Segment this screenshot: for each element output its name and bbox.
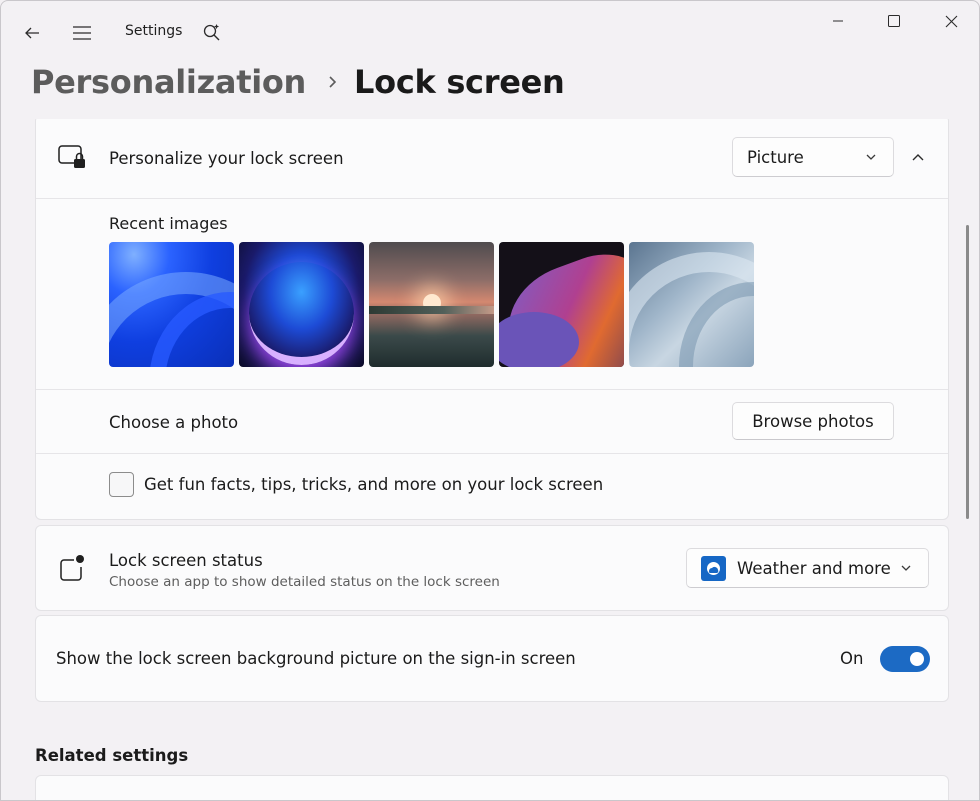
- recent-image-thumbnail[interactable]: [239, 242, 364, 367]
- recent-image-thumbnail[interactable]: [109, 242, 234, 367]
- settings-window: Settings Personalization Lock screen Per…: [0, 0, 980, 801]
- lock-screen-type-dropdown[interactable]: Picture: [732, 137, 894, 177]
- chevron-up-icon: [912, 154, 924, 161]
- settings-content: Personalize your lock screen Picture Rec…: [1, 119, 971, 800]
- toggle-knob: [910, 652, 924, 666]
- scrollbar[interactable]: [966, 225, 969, 519]
- lock-screen-status-card: Lock screen status Choose an app to show…: [35, 525, 949, 611]
- maximize-icon: [888, 15, 900, 27]
- status-subtitle: Choose an app to show detailed status on…: [109, 574, 500, 590]
- recent-images-label: Recent images: [109, 214, 228, 233]
- recent-image-thumbnail[interactable]: [499, 242, 624, 367]
- dropdown-value: Picture: [747, 147, 804, 167]
- minimize-icon: [833, 20, 843, 22]
- minimize-button[interactable]: [823, 7, 853, 35]
- status-title: Lock screen status: [109, 551, 263, 570]
- title-bar: Settings: [1, 1, 979, 63]
- menu-button[interactable]: [65, 17, 99, 49]
- search-button[interactable]: [197, 17, 227, 47]
- related-settings-card[interactable]: [35, 775, 949, 800]
- close-icon: [945, 15, 957, 27]
- page-title: Lock screen: [354, 63, 565, 101]
- breadcrumb-parent[interactable]: Personalization: [31, 63, 306, 101]
- fun-facts-checkbox[interactable]: [109, 472, 134, 497]
- search-sparkle-icon: [203, 24, 220, 41]
- recent-image-thumbnail[interactable]: [369, 242, 494, 367]
- related-settings-heading: Related settings: [35, 746, 189, 765]
- signin-background-card: Show the lock screen background picture …: [35, 615, 949, 702]
- back-arrow-icon: [25, 27, 39, 39]
- close-button[interactable]: [936, 7, 966, 35]
- hamburger-icon: [73, 26, 91, 40]
- collapse-button[interactable]: [904, 143, 932, 171]
- breadcrumb: Personalization Lock screen: [31, 59, 565, 105]
- personalize-lock-screen-card: Personalize your lock screen Picture Rec…: [35, 119, 949, 520]
- browse-photos-button[interactable]: Browse photos: [732, 402, 894, 440]
- app-title: Settings: [125, 23, 183, 39]
- weather-app-icon: [701, 556, 726, 581]
- lock-screen-icon: [58, 145, 85, 168]
- chevron-down-icon: [866, 154, 876, 160]
- maximize-button[interactable]: [879, 7, 909, 35]
- status-app-dropdown[interactable]: Weather and more: [686, 548, 929, 588]
- divider: [36, 389, 948, 390]
- status-badge-icon: [60, 555, 84, 581]
- dropdown-value: Weather and more: [737, 558, 891, 578]
- signin-background-label: Show the lock screen background picture …: [56, 649, 576, 668]
- chevron-right-icon: [328, 75, 338, 89]
- personalize-title: Personalize your lock screen: [109, 149, 344, 168]
- toggle-state-label: On: [840, 649, 864, 668]
- divider: [36, 198, 948, 199]
- chevron-down-icon: [901, 565, 911, 571]
- recent-image-thumbnail[interactable]: [629, 242, 754, 367]
- back-button[interactable]: [15, 17, 49, 49]
- fun-facts-label[interactable]: Get fun facts, tips, tricks, and more on…: [144, 475, 603, 494]
- divider: [36, 453, 948, 454]
- recent-images-list: [109, 242, 754, 367]
- signin-background-toggle[interactable]: [880, 646, 930, 672]
- personalize-row[interactable]: Personalize your lock screen Picture: [36, 119, 948, 198]
- choose-photo-label: Choose a photo: [109, 413, 239, 432]
